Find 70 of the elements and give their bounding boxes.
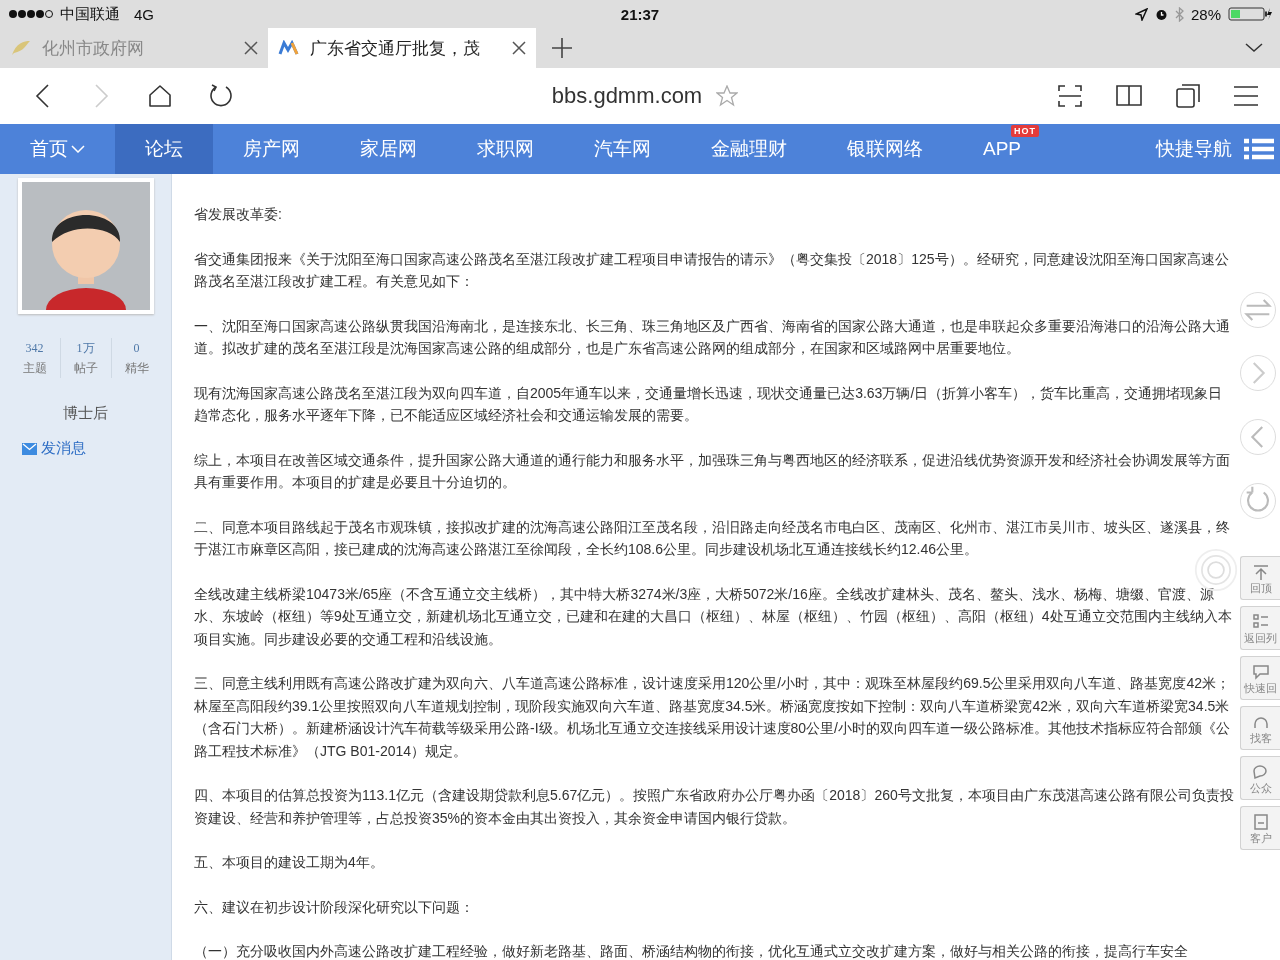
post-paragraph: 综上，本项目在改善区域交通条件，提升国家公路大通道的通行能力和服务水平，加强珠三角与粤西地区的经济联系，促进沿线优势资源开发和经济社会协调发展等方面具有重要作用。本项目的扩建是必要且十分迫切的。: [194, 450, 1231, 492]
close-icon[interactable]: [512, 41, 526, 55]
browser-tab[interactable]: 化州市政府网: [0, 28, 268, 68]
post-paragraph: （一）充分吸收国内外高速公路改扩建工程经验，做好新老路基、路面、桥涵结构物的衔接，优化互通式立交改扩建方案，做好与相关公路的衔接，提高行车安全: [194, 942, 1189, 960]
nav-item[interactable]: 论坛: [115, 124, 213, 174]
user-rank: 博士后: [63, 404, 108, 421]
tool-icon: [1251, 613, 1270, 631]
avatar-silhouette[interactable]: [17, 178, 154, 314]
battery-percent: 28%: [1190, 5, 1221, 23]
carrier-name: 中国联通: [60, 4, 120, 24]
tool-icon: [1251, 763, 1270, 781]
post-paragraph: 四、本项目的估算总投资为113.1亿元（含建设期贷款利息5.67亿元）。按照广东省政府办公厅粤办函〔2018〕260号文批复，本项目由广东茂湛高速公路有限公司负责投资建设、经营和养护管理等，占总投资35%的资本金由其出资投入，其余资金申请国内银行贷款。: [194, 786, 1235, 828]
post-paragraph: 现有沈海国家高速公路茂名至湛江段为双向四车道，自2005年通车以来，交通量增长迅速，现状交通量已达3.63万辆/日（折算小客车），货车比重高，交通拥堵现象日趋常态化，服务水平逐年下降，已不能适应区域经济社会和交通运输发展的需要。: [194, 383, 1224, 425]
location-icon: [1134, 7, 1148, 21]
side-tool-button[interactable]: 客户: [1240, 806, 1280, 850]
browser-tab[interactable]: 广东省交通厅批复，茂: [268, 28, 536, 68]
nav-item[interactable]: 金融理财: [681, 124, 817, 174]
network-type: 4G: [134, 5, 154, 23]
post-paragraph: 三、同意主线利用既有高速公路改扩建为双向六、八车道高速公路标准，设计速度采用120公里/小时，其中：观珠至林屋段约69.5公里采用双向八车道、路基宽度42米；林屋至高阳段约39.1公里按照双向八车道规划控制，现阶段实施双向六车道、路基宽度34.5米。桥涵宽度按如下控制：双向八车道桥梁宽42米，双向六车道桥梁宽34.5米（含石门大桥）。新建桥涵设计汽车荷载等级采用公路-I级。机场北互通立交连接线采用设计速度80公里/小时的双向四车道一级公路标准。其他技术指标应符合部颁《公路工程技术标准》（JTG B01-2014）规定。: [194, 674, 1232, 761]
side-tool-button[interactable]: 返回列: [1240, 606, 1280, 650]
nav-item[interactable]: 银联网络: [817, 124, 953, 174]
alarm-icon: [1154, 7, 1168, 21]
tool-icon: [1251, 663, 1270, 681]
site-favicon-icon: [278, 40, 300, 56]
side-tool-button[interactable]: 快速回: [1240, 656, 1280, 700]
stat-label: 主题: [21, 360, 48, 377]
battery-icon: [1228, 7, 1272, 21]
side-tool-button[interactable]: 找客: [1240, 706, 1280, 750]
scan-icon[interactable]: [1058, 84, 1082, 108]
tool-icon: [1251, 813, 1270, 831]
side-tool-button[interactable]: 回顶: [1240, 556, 1280, 600]
tool-icon: [1251, 563, 1270, 581]
url-field[interactable]: bbs.gdmm.com: [551, 83, 703, 109]
list-icon[interactable]: [1244, 138, 1274, 160]
clock-time: 21:37: [620, 5, 660, 23]
post-paragraph: 全线改建主线桥梁10473米/65座（不含互通立交主线桥），其中特大桥3274米/3座，大桥5072米/16座。全线改扩建林头、茂名、鳌头、浅水、杨梅、塘缀、官渡、源水、东坡岭（枢纽）等9处互通立交，新建机场北互通立交，已建和在建的大昌口（枢纽）、林屋（枢纽）、竹园（枢纽）、高阳（枢纽）4处互通立交范围内主线纳入本项目实施。同步建设必要的交通工程和沿线设施。: [194, 584, 1233, 649]
reload-icon[interactable]: [208, 83, 234, 109]
book-icon[interactable]: [1116, 84, 1142, 108]
stat-label: 帖子: [72, 360, 99, 377]
nav-item[interactable]: 家居网: [330, 124, 447, 174]
side-tool-button[interactable]: 公众: [1240, 756, 1280, 800]
bluetooth-icon: [1174, 6, 1184, 22]
nav-item[interactable]: HOT APP: [953, 124, 1052, 174]
signal-icon: [8, 9, 54, 19]
nav-item[interactable]: 求职网: [447, 124, 564, 174]
post-paragraph: 一、沈阳至海口国家高速公路纵贯我国沿海南北，是连接东北、长三角、珠三角地区及广西省、海南省的国家公路大通道，也是串联起众多重要沿海港口的沿海公路大通道。拟改扩建的茂名至湛江段是沈海国家高速公路的组成部分，也是广东省高速公路网的组成部分，在国家和区域路网中居重要地位。: [194, 316, 1231, 358]
nav-item[interactable]: 汽车网: [564, 124, 681, 174]
post-paragraph: 五、本项目的建设工期为4年。: [194, 853, 385, 872]
stat-value: 1万: [75, 340, 96, 357]
close-icon[interactable]: [244, 41, 258, 55]
chevron-down-icon[interactable]: [1245, 43, 1263, 53]
menu-icon[interactable]: [1234, 85, 1258, 107]
star-icon[interactable]: [716, 85, 739, 107]
nav-item[interactable]: 房产网: [213, 124, 330, 174]
post-paragraph: 省发展改革委:: [194, 205, 283, 224]
tabs-icon[interactable]: [1176, 84, 1200, 108]
nav-item[interactable]: 首页: [0, 124, 115, 174]
post-paragraph: 二、同意本项目路线起于茂名市观珠镇，接拟改扩建的沈海高速公路阳江至茂名段，沿旧路走向经茂名市电白区、茂南区、化州市、湛江市吴川市、坡头区、遂溪县，终于湛江市麻章区高阳，接已建成的沈海高速公路湛江至徐闻段，全长约108.6公里。同步建设机场北互通连接线长约12.46公里。: [194, 517, 1231, 559]
new-tab-icon[interactable]: [552, 38, 572, 58]
home-icon[interactable]: [148, 84, 172, 108]
leaf-favicon-icon: [10, 39, 32, 57]
post-paragraph: 六、建议在初步设计阶段深化研究以下问题：: [194, 897, 475, 917]
stat-value: 342: [24, 340, 45, 357]
stat-label: 精华: [123, 360, 150, 377]
send-message-link[interactable]: 发消息: [41, 439, 86, 458]
post-paragraph: 省交通集团报来《关于沈阳至海口国家高速公路茂名至湛江段改扩建工程项目申请报告的请示》（粤交集投〔2018〕125号）。经研究，同意建设沈阳至海口国家高速公路茂名至湛江段改扩建工程。有关意见如下：: [194, 249, 1230, 291]
envelope-icon: [22, 442, 37, 455]
hot-badge: HOT: [1011, 125, 1040, 137]
shortcut-nav-link[interactable]: 快捷导航: [1156, 136, 1232, 162]
stat-value: 0: [132, 340, 141, 357]
